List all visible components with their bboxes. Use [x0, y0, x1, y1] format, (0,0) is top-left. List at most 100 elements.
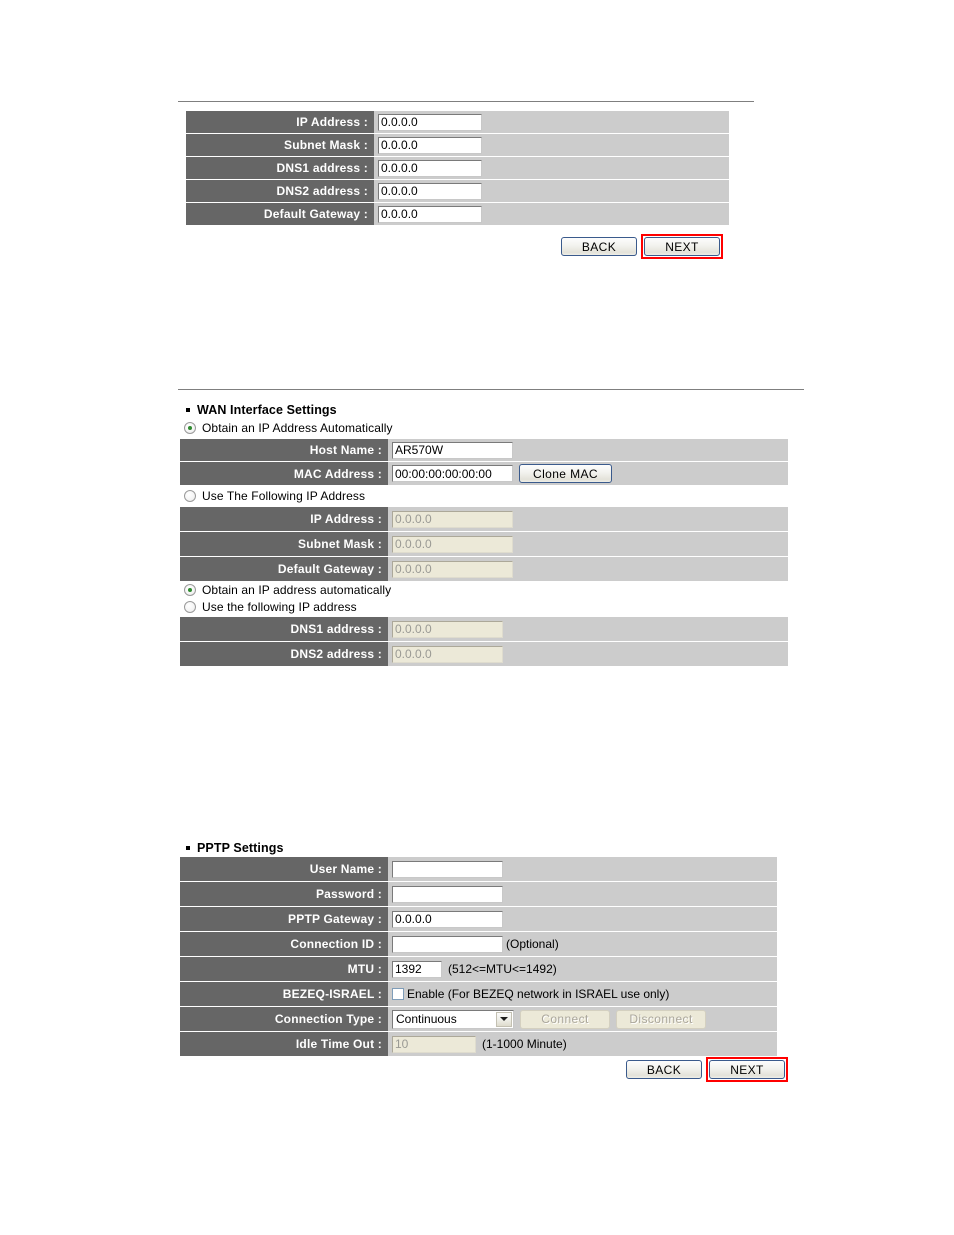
table-row: IP Address : [186, 111, 729, 133]
pptp-settings-heading: PPTP Settings [186, 841, 284, 855]
ip-address-input[interactable] [378, 113, 482, 131]
radio-button-icon[interactable] [184, 422, 196, 434]
next-button-highlight: NEXT [641, 234, 723, 259]
pptp-bezeq-checkbox-wrapper[interactable]: Enable (For BEZEQ network in ISRAEL use … [392, 987, 669, 1001]
pptp-user-name-input[interactable] [392, 860, 503, 878]
pptp-connection-id-note: (Optional) [506, 937, 559, 951]
pptp-mtu-note: (512<=MTU<=1492) [448, 962, 557, 976]
wan-dns1-input[interactable] [392, 620, 503, 638]
dns1-address-value-cell [374, 157, 729, 179]
disconnect-button[interactable]: Disconnect [616, 1009, 706, 1029]
section1-nav-buttons: BACK NEXT [561, 234, 723, 259]
static-subnet-mask-value-cell [388, 532, 788, 556]
mac-address-value-cell: Clone MAC [388, 462, 788, 485]
chevron-down-icon[interactable] [496, 1011, 512, 1027]
next-button[interactable]: NEXT [644, 237, 720, 256]
back-button-2[interactable]: BACK [626, 1060, 702, 1079]
table-row: DNS2 address : [180, 642, 788, 666]
static-default-gateway-value-cell [388, 557, 788, 581]
table-row: IP Address : [180, 507, 788, 531]
dns2-address-label: DNS2 address : [186, 180, 374, 202]
divider-top [178, 101, 754, 102]
pptp-connection-type-select[interactable]: Continuous [392, 1009, 514, 1029]
table-row: Host Name : [180, 439, 788, 461]
table-row: Connection ID : (Optional) [180, 932, 777, 956]
table-row: DNS1 address : [180, 617, 788, 641]
divider-middle [178, 389, 804, 390]
static-subnet-mask-input[interactable] [392, 535, 513, 553]
table-row: DNS2 address : [186, 180, 729, 202]
table-row: DNS1 address : [186, 157, 729, 179]
clone-mac-button[interactable]: Clone MAC [519, 464, 612, 483]
radio-use-static-ip[interactable]: Use The Following IP Address [184, 489, 365, 503]
default-gateway-value-cell [374, 203, 729, 225]
pptp-user-name-label: User Name : [180, 857, 388, 881]
connect-button[interactable]: Connect [520, 1009, 610, 1029]
pptp-connection-type-value-cell: Continuous Connect Disconnect [388, 1007, 777, 1031]
host-name-label: Host Name : [180, 439, 388, 461]
mac-address-input[interactable] [392, 465, 513, 482]
host-name-value-cell [388, 439, 788, 461]
pptp-connection-type-selected-value: Continuous [396, 1012, 457, 1026]
radio-dns-auto-label: Obtain an IP address automatically [202, 583, 392, 597]
radio-button-icon[interactable] [184, 584, 196, 596]
static-ip-address-input[interactable] [392, 510, 513, 528]
wan-dns2-label: DNS2 address : [180, 642, 388, 666]
back-button[interactable]: BACK [561, 237, 637, 256]
ip-settings-table: IP Address : Subnet Mask : DNS1 address … [186, 111, 729, 226]
wan-dns1-value-cell [388, 617, 788, 641]
dns1-address-input[interactable] [378, 159, 482, 177]
static-ip-address-value-cell [388, 507, 788, 531]
radio-obtain-ip-auto-label: Obtain an IP Address Automatically [202, 421, 393, 435]
table-row: Subnet Mask : [180, 532, 788, 556]
radio-dns-static-label: Use the following IP address [202, 600, 357, 614]
pptp-password-value-cell [388, 882, 777, 906]
radio-button-icon[interactable] [184, 601, 196, 613]
pptp-idle-timeout-input[interactable] [392, 1035, 476, 1053]
pptp-bezeq-label: BEZEQ-ISRAEL : [180, 982, 388, 1006]
pptp-user-name-value-cell [388, 857, 777, 881]
pptp-mtu-value-cell: (512<=MTU<=1492) [388, 957, 777, 981]
wan-dns2-input[interactable] [392, 645, 503, 663]
pptp-settings-title: PPTP Settings [197, 841, 284, 855]
table-row: Subnet Mask : [186, 134, 729, 156]
pptp-idle-timeout-note: (1-1000 Minute) [482, 1037, 567, 1051]
pptp-gateway-input[interactable] [392, 910, 503, 928]
pptp-password-input[interactable] [392, 885, 503, 903]
table-row: PPTP Gateway : [180, 907, 777, 931]
static-default-gateway-input[interactable] [392, 560, 513, 578]
host-name-input[interactable] [392, 441, 513, 459]
dns1-address-label: DNS1 address : [186, 157, 374, 179]
table-row: Idle Time Out : (1-1000 Minute) [180, 1032, 777, 1056]
subnet-mask-value-cell [374, 134, 729, 156]
radio-dns-static[interactable]: Use the following IP address [184, 600, 357, 614]
pptp-gateway-label: PPTP Gateway : [180, 907, 388, 931]
wan-dns1-label: DNS1 address : [180, 617, 388, 641]
checkbox-icon[interactable] [392, 988, 404, 1000]
pptp-connection-id-value-cell: (Optional) [388, 932, 777, 956]
subnet-mask-input[interactable] [378, 136, 482, 154]
default-gateway-input[interactable] [378, 205, 482, 223]
dns2-address-input[interactable] [378, 182, 482, 200]
radio-obtain-ip-auto[interactable]: Obtain an IP Address Automatically [184, 421, 393, 435]
pptp-idle-timeout-label: Idle Time Out : [180, 1032, 388, 1056]
pptp-mtu-input[interactable] [392, 960, 442, 978]
radio-button-icon[interactable] [184, 490, 196, 502]
table-row: Connection Type : Continuous Connect Dis… [180, 1007, 777, 1031]
next-button-2-highlight: NEXT [706, 1057, 788, 1082]
pptp-connection-id-label: Connection ID : [180, 932, 388, 956]
wan-dns2-value-cell [388, 642, 788, 666]
pptp-connection-id-input[interactable] [392, 935, 503, 953]
radio-dns-auto[interactable]: Obtain an IP address automatically [184, 583, 391, 597]
wan-interface-settings-heading: WAN Interface Settings [186, 403, 337, 417]
ip-address-label: IP Address : [186, 111, 374, 133]
pptp-mtu-label: MTU : [180, 957, 388, 981]
ip-address-value-cell [374, 111, 729, 133]
radio-use-static-ip-label: Use The Following IP Address [202, 489, 366, 503]
subnet-mask-label: Subnet Mask : [186, 134, 374, 156]
mac-address-label: MAC Address : [180, 462, 388, 485]
wan-auto-table: Host Name : MAC Address : Clone MAC [180, 439, 788, 486]
wan-static-table: IP Address : Subnet Mask : Default Gatew… [180, 507, 788, 582]
next-button-2[interactable]: NEXT [709, 1060, 785, 1079]
dns2-address-value-cell [374, 180, 729, 202]
